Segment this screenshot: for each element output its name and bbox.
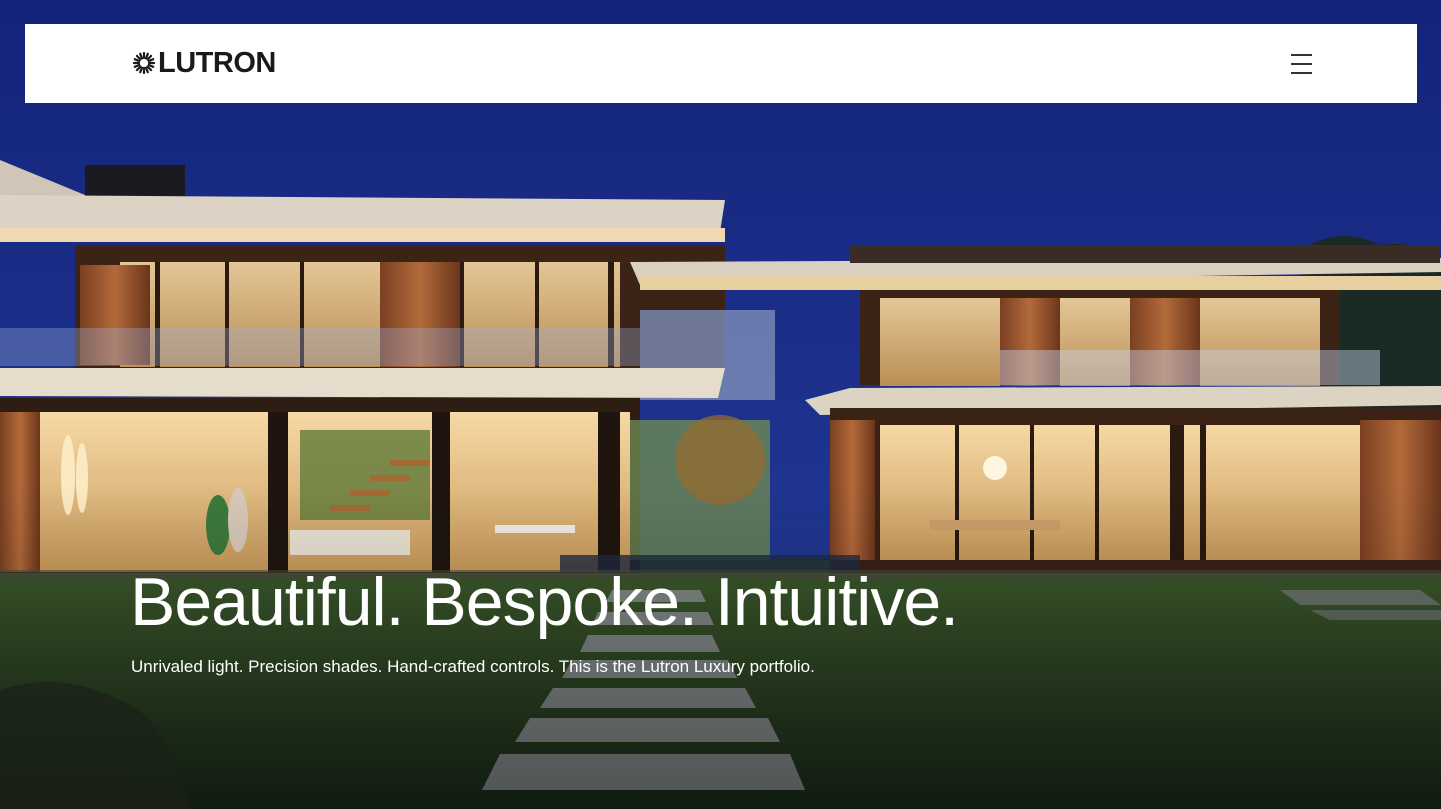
hero-subheadline: Unrivaled light. Precision shades. Hand-…: [131, 657, 815, 676]
hero-section: [0, 0, 1441, 809]
logo-wordmark: LUTRON: [158, 47, 276, 79]
hero-headline: Beautiful. Bespoke. Intuitive.: [130, 564, 959, 640]
top-navigation-bar: LUTRON: [25, 24, 1417, 103]
hamburger-menu-icon[interactable]: [1291, 54, 1313, 74]
lutron-logo[interactable]: LUTRON: [132, 47, 276, 79]
lutron-sunburst-icon: [132, 51, 156, 75]
hero-image: [0, 0, 1441, 809]
